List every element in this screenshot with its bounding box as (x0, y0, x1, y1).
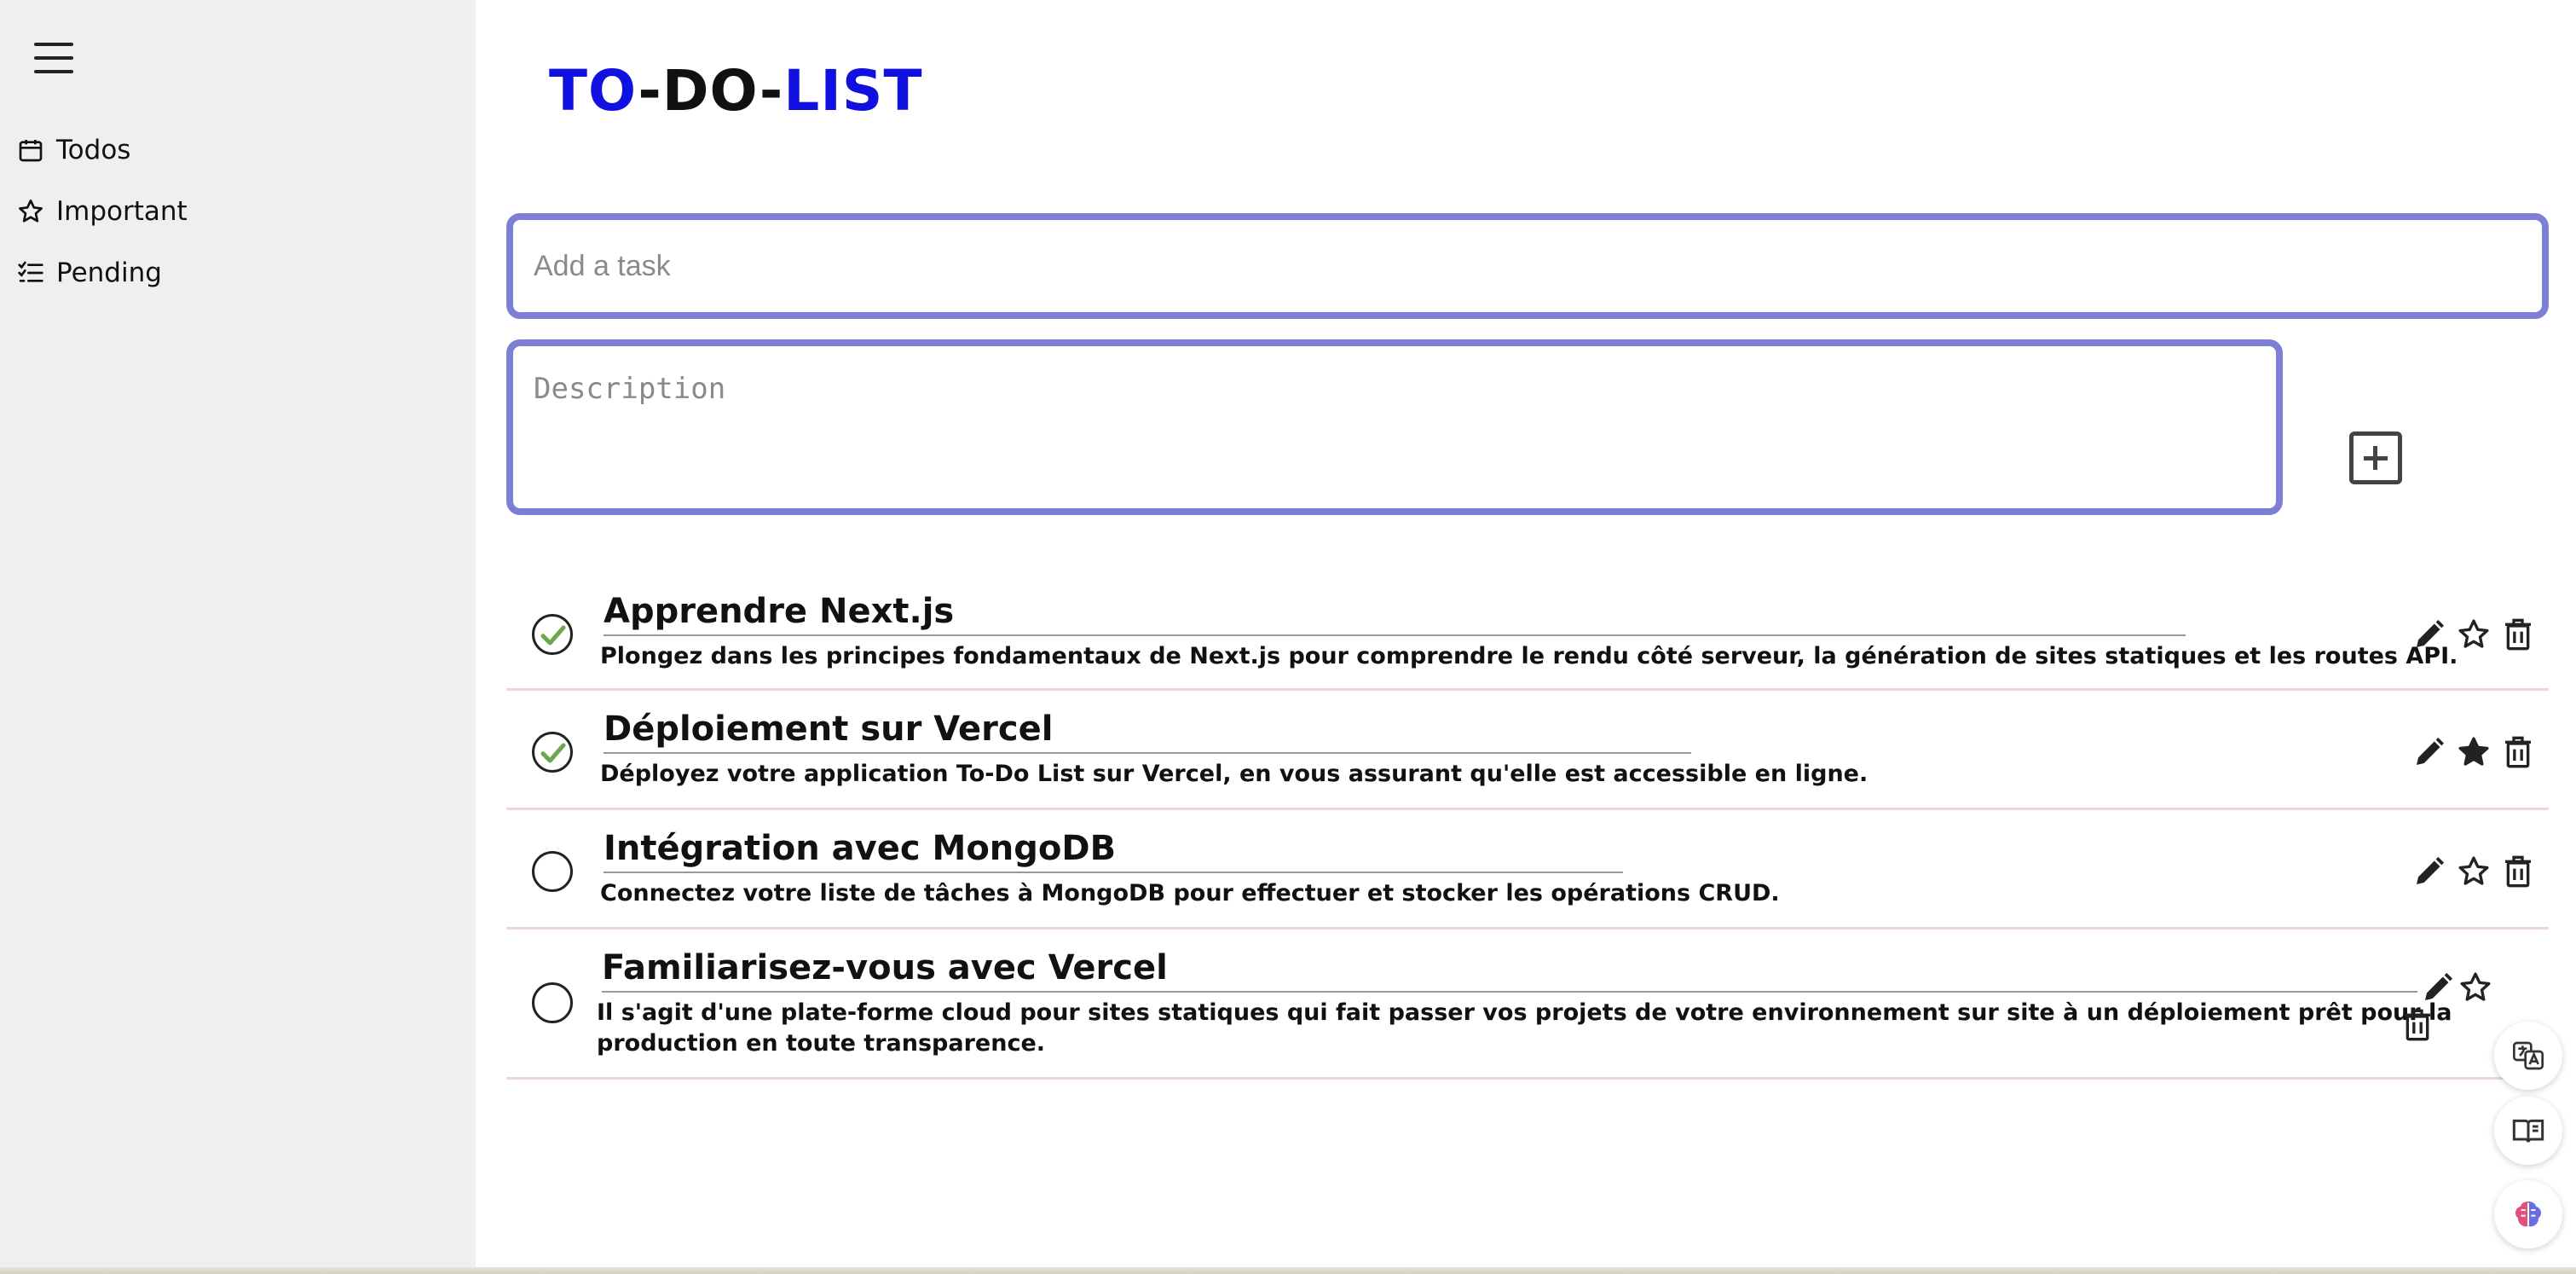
sidebar-item-todos[interactable]: Todos (17, 135, 130, 165)
todo-description: Il s'agit d'une plate-forme cloud pour s… (597, 999, 2452, 1057)
checkmark-icon (540, 743, 566, 763)
sidebar-item-label: Important (56, 196, 188, 227)
todo-item: Déploiement sur Vercel Déployez votre ap… (506, 698, 2549, 810)
todo-title[interactable]: Apprendre Next.js (604, 592, 2186, 636)
star-icon (19, 200, 43, 223)
trash-icon[interactable] (2501, 735, 2535, 769)
title-part-list: LIST (783, 58, 923, 124)
star-outline-icon[interactable] (2457, 617, 2491, 651)
task-input[interactable] (506, 213, 2549, 319)
edit-pencil-icon[interactable] (2421, 970, 2455, 1005)
todo-item: Apprendre Next.js Plongez dans les princ… (506, 580, 2549, 691)
title-part-to: TO (549, 58, 638, 124)
sidebar: Todos Important Pending (0, 0, 476, 1274)
todo-actions (2412, 617, 2535, 651)
star-outline-icon[interactable] (2457, 854, 2491, 889)
add-task-button[interactable] (2349, 431, 2402, 484)
todo-actions (2412, 735, 2535, 769)
todo-title[interactable]: Déploiement sur Vercel (604, 709, 1691, 754)
title-separator: - (759, 58, 784, 124)
trash-icon[interactable] (2400, 1008, 2434, 1042)
todo-description: Déployez votre application To-Do List su… (600, 761, 1868, 787)
sidebar-item-important[interactable]: Important (17, 196, 188, 227)
window-bottom-edge (0, 1267, 2576, 1274)
sidebar-item-pending[interactable]: Pending (17, 258, 162, 288)
sidebar-item-label: Pending (56, 258, 162, 288)
checklist-icon (18, 261, 43, 282)
book-icon (2512, 1119, 2544, 1143)
title-separator: - (638, 58, 662, 124)
trash-icon[interactable] (2501, 854, 2535, 889)
page-title: TO-DO-LIST (549, 58, 922, 124)
calendar-icon (19, 140, 43, 162)
brain-icon (2515, 1202, 2541, 1227)
edit-pencil-icon[interactable] (2412, 854, 2446, 889)
todo-actions (2412, 854, 2535, 889)
todo-description: Connectez votre liste de tâches à MongoD… (600, 880, 1780, 906)
todo-description: Plongez dans les principes fondamentaux … (600, 643, 2458, 669)
star-filled-icon[interactable] (2457, 735, 2491, 769)
edit-pencil-icon[interactable] (2412, 735, 2446, 769)
star-outline-icon[interactable] (2458, 970, 2492, 1005)
description-input[interactable] (506, 339, 2283, 515)
hamburger-menu-icon[interactable] (34, 43, 75, 77)
todo-title[interactable]: Intégration avec MongoDB (604, 829, 1623, 873)
todo-checkbox[interactable] (532, 614, 573, 655)
trash-icon[interactable] (2501, 617, 2535, 651)
edit-pencil-icon[interactable] (2412, 617, 2446, 651)
reader-widget-button[interactable] (2494, 1097, 2562, 1165)
todo-item: Intégration avec MongoDB Connectez votre… (506, 817, 2549, 929)
todo-checkbox[interactable] (532, 851, 573, 892)
todo-checkbox[interactable] (532, 982, 573, 1023)
translate-widget-button[interactable] (2494, 1022, 2562, 1090)
ai-assistant-widget-button[interactable] (2494, 1180, 2562, 1248)
main-content: TO-DO-LIST Apprendre Next.js Plongez dan… (476, 0, 2576, 1274)
translate-icon (2513, 1041, 2544, 1070)
todo-item: Familiarisez-vous avec Vercel Il s'agit … (506, 936, 2549, 1080)
title-part-do: DO (661, 58, 760, 124)
todo-title[interactable]: Familiarisez-vous avec Vercel (602, 948, 2417, 993)
sidebar-item-label: Todos (56, 135, 131, 165)
checkmark-icon (540, 625, 566, 646)
todo-checkbox[interactable] (532, 732, 573, 773)
